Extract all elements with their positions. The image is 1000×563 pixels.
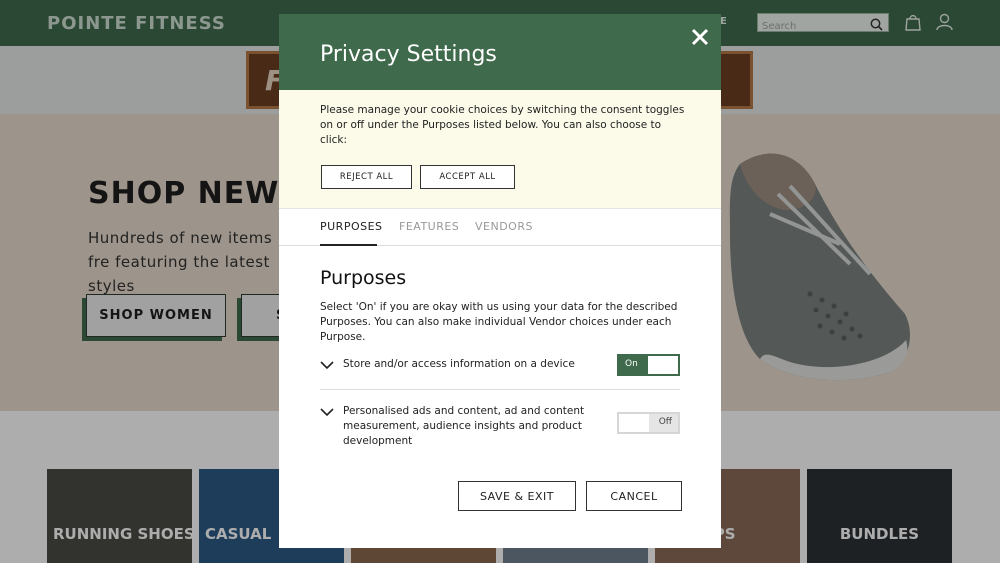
cancel-button[interactable]: CANCEL: [586, 481, 682, 511]
purpose-divider: [320, 389, 680, 390]
intro-text: Please manage your cookie choices by swi…: [320, 104, 685, 146]
toggle-state: Off: [658, 417, 672, 427]
active-tab-indicator: [320, 244, 377, 246]
consent-intro: Please manage your cookie choices by swi…: [279, 90, 721, 208]
save-and-exit-button[interactable]: SAVE & EXIT: [458, 481, 576, 511]
toggle-knob: [619, 414, 649, 432]
purpose-toggle[interactable]: Off: [617, 412, 680, 434]
toggle-state: On: [625, 359, 638, 369]
privacy-settings-dialog: Privacy Settings Please manage your cook…: [279, 14, 721, 548]
purposes-heading: Purposes: [320, 267, 407, 289]
tab-purposes[interactable]: PURPOSES: [320, 220, 383, 233]
reject-all-button[interactable]: REJECT ALL: [321, 165, 412, 189]
tab-features[interactable]: FEATURES: [399, 220, 459, 233]
purpose-toggle[interactable]: On: [617, 354, 680, 376]
dialog-title: Privacy Settings: [320, 42, 497, 67]
purpose-label: Personalised ads and content, ad and con…: [343, 405, 585, 447]
chevron-down-icon[interactable]: [320, 357, 334, 376]
close-icon[interactable]: [687, 24, 713, 50]
tab-vendors[interactable]: VENDORS: [475, 220, 533, 233]
chevron-down-icon[interactable]: [320, 404, 334, 423]
toggle-knob: [648, 356, 678, 374]
purposes-description: Select 'On' if you are okay with us usin…: [320, 301, 678, 343]
purpose-label: Store and/or access information on a dev…: [343, 358, 575, 370]
close-button[interactable]: [687, 24, 713, 50]
dialog-header: Privacy Settings: [279, 14, 721, 90]
accept-all-button[interactable]: ACCEPT ALL: [420, 165, 515, 189]
consent-tabs: PURPOSES FEATURES VENDORS: [279, 208, 721, 246]
